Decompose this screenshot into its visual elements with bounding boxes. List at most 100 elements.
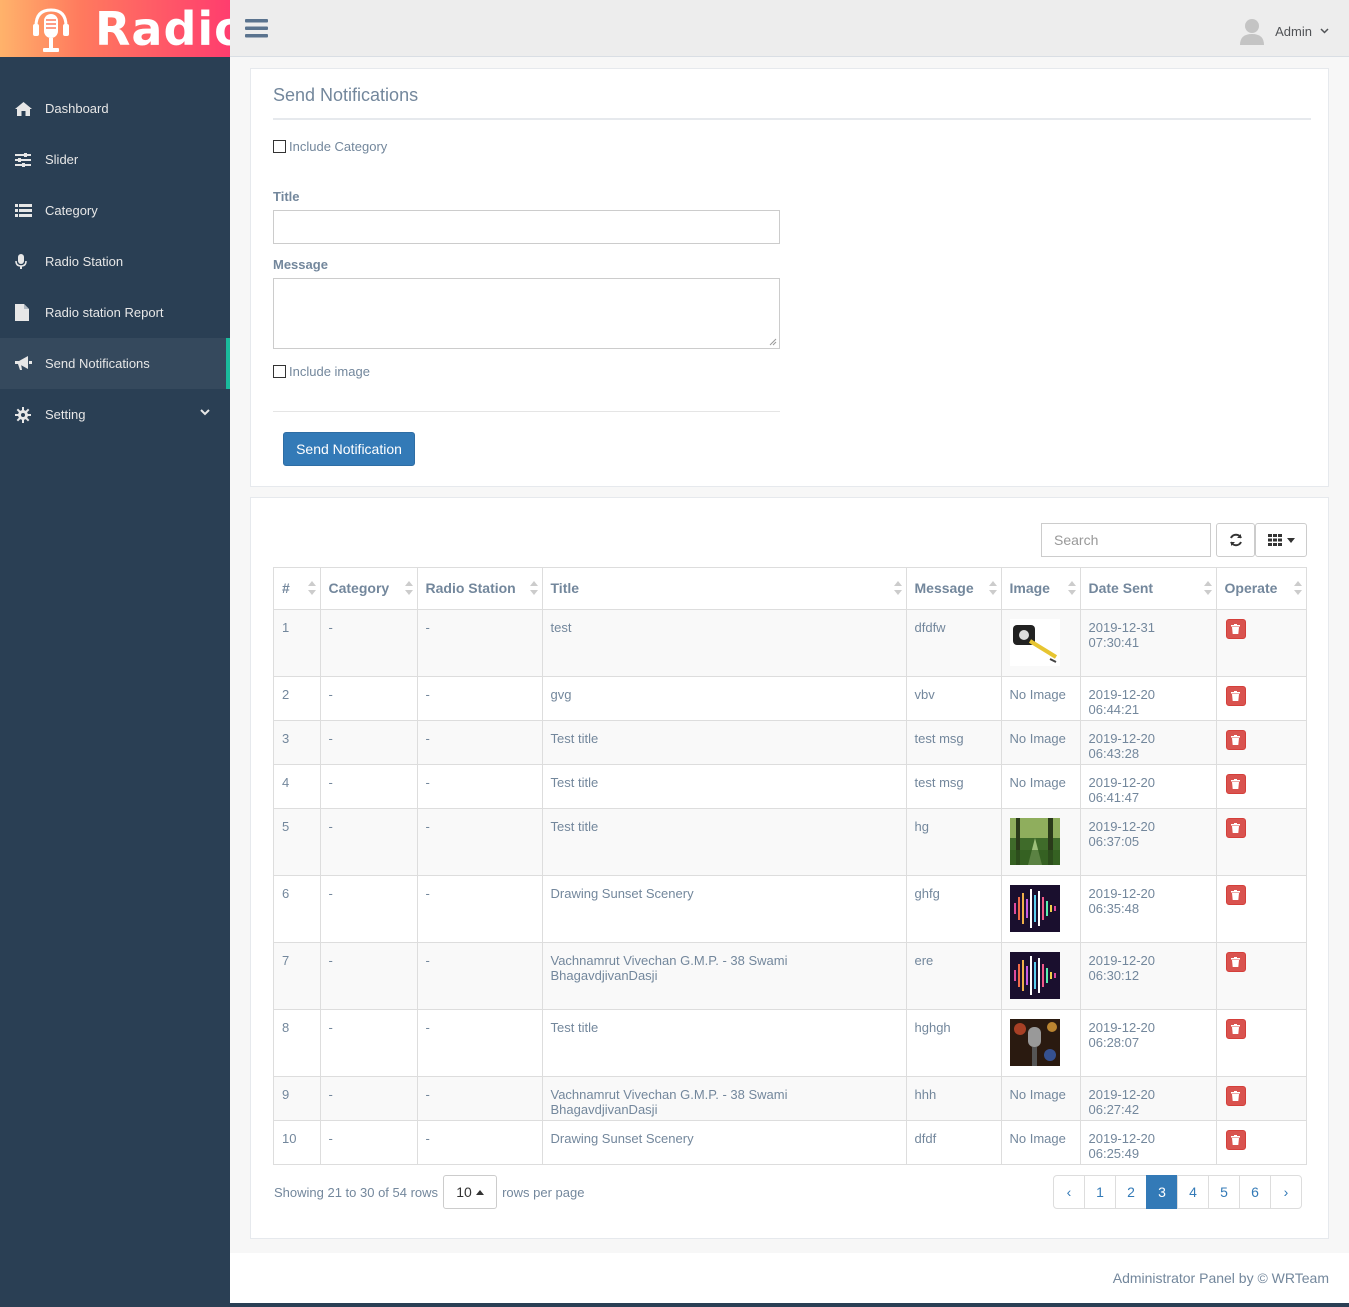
- row-image[interactable]: [1001, 941, 1081, 1009]
- column-header-label: Operate: [1224, 580, 1278, 597]
- table-row: 9- - Vachnamrut Vivechan G.M.P. - 38 Swami…: [274, 1075, 1306, 1120]
- row-id: 7: [274, 941, 321, 1009]
- sort-icon: [988, 581, 997, 595]
- column-header[interactable]: Category: [320, 568, 418, 610]
- delete-button[interactable]: [1225, 618, 1246, 639]
- refresh-button[interactable]: [1216, 523, 1255, 557]
- forest-thumbnail: [1009, 817, 1060, 865]
- user-menu[interactable]: Admin: [1239, 17, 1329, 45]
- table-header-row: # Category Radio Station Title Message Image D…: [274, 568, 1306, 610]
- page-next-button[interactable]: ›: [1270, 1175, 1302, 1209]
- include-category-checkbox[interactable]: [273, 140, 286, 153]
- column-header[interactable]: Message: [906, 568, 1002, 610]
- showing-text: Showing 21 to 30 of 54 rows: [274, 1184, 439, 1200]
- page-prev-button[interactable]: ‹: [1053, 1175, 1085, 1209]
- page-button[interactable]: 3: [1146, 1175, 1178, 1209]
- column-header[interactable]: Date Sent: [1080, 568, 1217, 610]
- row-message: ere: [906, 941, 1002, 1009]
- row-operate: [1216, 807, 1306, 875]
- avatar: [1240, 19, 1265, 45]
- row-image: No Image: [1001, 1075, 1081, 1120]
- sidebar-item-send-notifications[interactable]: Send Notifications: [0, 338, 230, 389]
- delete-button[interactable]: [1225, 884, 1246, 905]
- sort-icon: [1294, 581, 1302, 595]
- delete-button[interactable]: [1225, 1018, 1246, 1039]
- row-category: -: [320, 1119, 418, 1164]
- row-title: test: [542, 608, 907, 676]
- column-header-label: Date Sent: [1088, 580, 1154, 597]
- page-button[interactable]: 4: [1177, 1175, 1209, 1209]
- include-image-checkbox[interactable]: [273, 365, 286, 378]
- sidebar-item-slider[interactable]: Slider: [0, 134, 230, 185]
- delete-button[interactable]: [1225, 817, 1246, 838]
- rows-per-page-label: rows per page: [502, 1184, 585, 1200]
- delete-button[interactable]: [1225, 685, 1246, 706]
- delete-button[interactable]: [1225, 951, 1246, 972]
- row-image[interactable]: [1001, 1008, 1081, 1076]
- trash-icon: [1231, 956, 1240, 967]
- page-button[interactable]: 5: [1208, 1175, 1240, 1209]
- row-message: test msg: [906, 719, 1002, 764]
- resize-handle-icon[interactable]: [769, 338, 777, 346]
- row-title: gvg: [542, 675, 907, 720]
- delete-button[interactable]: [1225, 729, 1246, 750]
- delete-button[interactable]: [1225, 773, 1246, 794]
- search-placeholder: Search: [1054, 532, 1099, 548]
- bullhorn-icon: [15, 356, 45, 371]
- column-header[interactable]: #: [274, 568, 321, 610]
- title-input[interactable]: [273, 210, 780, 244]
- column-header[interactable]: Operate: [1216, 568, 1306, 610]
- row-station: -: [417, 874, 543, 942]
- sidebar-item-dashboard[interactable]: Dashboard: [0, 83, 230, 134]
- row-category: -: [320, 1008, 418, 1076]
- row-id: 2: [274, 675, 321, 720]
- brand-name: Radio: [95, 2, 247, 56]
- row-image[interactable]: [1001, 608, 1081, 676]
- sidebar-item-radio-station[interactable]: Radio Station: [0, 236, 230, 287]
- sidebar-item-setting[interactable]: Setting: [0, 389, 230, 440]
- column-header[interactable]: Radio Station: [417, 568, 543, 610]
- search-input[interactable]: Search: [1041, 523, 1211, 557]
- message-textarea[interactable]: [273, 278, 780, 349]
- row-title: Drawing Sunset Scenery: [542, 874, 907, 942]
- table-row: 4- - Test title test msg No Image 2019-12-20 …: [274, 763, 1306, 808]
- user-name: Admin: [1275, 23, 1312, 39]
- delete-button[interactable]: [1225, 1129, 1246, 1150]
- row-date-sent: 2019-12-20 06:27:42: [1080, 1075, 1217, 1120]
- sidebar-item-radio-station-report[interactable]: Radio station Report: [0, 287, 230, 338]
- delete-button[interactable]: [1225, 1085, 1246, 1106]
- row-message: hg: [906, 807, 1002, 875]
- trash-icon: [1231, 1023, 1240, 1034]
- row-category: -: [320, 763, 418, 808]
- column-header[interactable]: Title: [542, 568, 907, 610]
- row-message: hhh: [906, 1075, 1002, 1120]
- menu-toggle-icon[interactable]: [245, 18, 268, 38]
- column-header[interactable]: Image: [1001, 568, 1081, 610]
- title-label: Title: [273, 189, 300, 204]
- trash-icon: [1231, 889, 1240, 900]
- microphone-thumbnail: [1009, 1018, 1060, 1066]
- row-title: Test title: [542, 1008, 907, 1076]
- page-button[interactable]: 1: [1084, 1175, 1116, 1209]
- columns-toggle-button[interactable]: [1255, 523, 1307, 557]
- row-image[interactable]: [1001, 874, 1081, 942]
- row-date-sent: 2019-12-20 06:28:07: [1080, 1008, 1217, 1076]
- caret-up-icon: [475, 1189, 484, 1195]
- logo[interactable]: Radio: [0, 0, 246, 57]
- gear-icon: [15, 406, 45, 423]
- row-id: 9: [274, 1075, 321, 1120]
- sidebar-item-label: Radio Station: [45, 254, 124, 269]
- row-date-sent: 2019-12-20 06:37:05: [1080, 807, 1217, 875]
- row-operate: [1216, 675, 1306, 720]
- page-button[interactable]: 2: [1115, 1175, 1147, 1209]
- main-content: Send Notifications Include Category Titl…: [230, 57, 1349, 1303]
- row-title: Test title: [542, 719, 907, 764]
- sort-icon: [1203, 581, 1212, 595]
- row-image[interactable]: [1001, 807, 1081, 875]
- sidebar-item-category[interactable]: Category: [0, 185, 230, 236]
- row-date-sent: 2019-12-20 06:35:48: [1080, 874, 1217, 942]
- sort-icon: [529, 581, 538, 595]
- page-button[interactable]: 6: [1239, 1175, 1271, 1209]
- send-notification-button[interactable]: Send Notification: [283, 432, 415, 466]
- rows-per-page-dropdown[interactable]: 10: [443, 1175, 498, 1209]
